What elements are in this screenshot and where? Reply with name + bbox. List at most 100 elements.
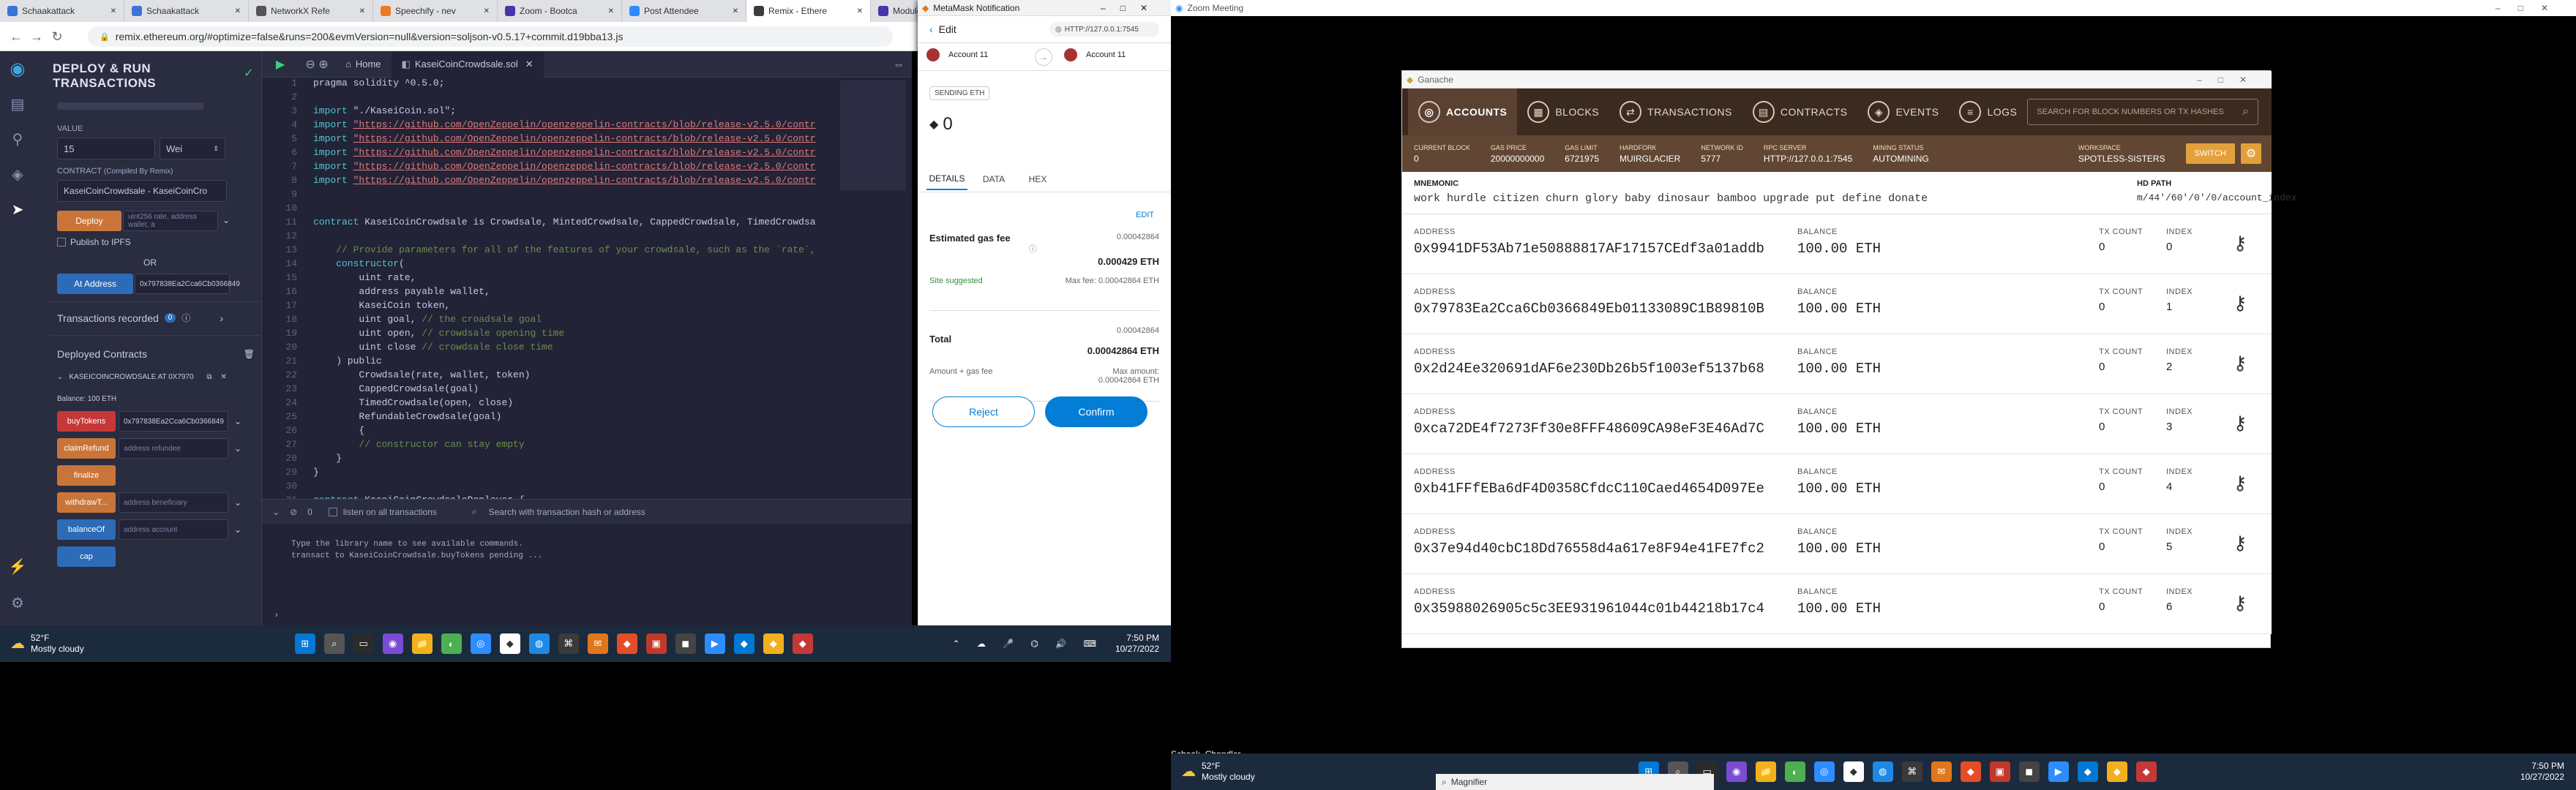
tab-file[interactable]: ◧ KaseiCoinCrowdsale.sol ✕ <box>391 50 544 78</box>
close-icon[interactable]: ✕ <box>479 7 490 15</box>
chevron-down-icon[interactable]: ⌄ <box>57 373 63 381</box>
browser-tab[interactable]: Zoom - Bootca ✕ <box>498 0 622 22</box>
function-input[interactable]: address refundee <box>119 438 228 459</box>
tray-icons[interactable]: ⌃ ☁ 🎤 ⌬ 🔊 ⌨ <box>953 639 1104 649</box>
at-address-button[interactable]: At Address <box>57 274 133 294</box>
browser-tab[interactable]: Speechify - nev ✕ <box>373 0 498 22</box>
window-controls-icon[interactable]: –□✕ <box>1101 3 1162 13</box>
close-icon[interactable]: ✕ <box>355 7 365 15</box>
account-row[interactable]: ADDRESS 0xb41FFfEBa6dF4D0358CfdcC110Caed4… <box>1402 454 2272 514</box>
function-button[interactable]: withdrawT... <box>57 492 116 513</box>
edit-gas-link[interactable]: EDIT <box>1136 211 1154 219</box>
tab-details[interactable]: DETAILS <box>926 168 967 190</box>
taskbar-app-icon[interactable]: ⌘ <box>558 633 579 654</box>
taskbar-app-icon[interactable]: ◆ <box>1960 761 1981 782</box>
chevron-right-icon[interactable]: › <box>220 312 223 324</box>
chevron-down-icon[interactable]: ⌄ <box>234 524 242 535</box>
taskbar-app-icon[interactable]: ▭ <box>353 633 374 654</box>
taskbar-app-icon[interactable]: 📁 <box>411 633 433 654</box>
browser-tab[interactable]: Schaakattack ✕ <box>0 0 124 22</box>
minimap[interactable] <box>840 80 906 190</box>
close-icon[interactable]: ✕ <box>604 7 614 15</box>
taskbar-app-icon[interactable]: ◎ <box>470 633 491 654</box>
key-icon[interactable]: ⚷ <box>2229 412 2251 434</box>
nav-logs[interactable]: ≡ LOGS <box>1949 89 2027 135</box>
magnifier-window[interactable]: ⌕ Magnifier <box>1436 774 1714 790</box>
contract-instance-row[interactable]: ⌄ KASEICOINCROWDSALE AT 0X7970 ⧉ ✕ <box>57 373 259 381</box>
deploy-params-input[interactable]: uint256 rate, address wallet, a <box>123 211 218 231</box>
nav-transactions[interactable]: ⇄ TRANSACTIONS <box>1609 89 1742 135</box>
taskbar-app-icon[interactable]: ⌘ <box>1901 761 1922 782</box>
contract-select[interactable]: KaseiCoinCrowdsale - KaseiCoinCro <box>57 180 227 202</box>
address-value[interactable]: 0x79783Ea2Cca6Cb0366849Eb01133089C1B8981… <box>1414 301 1764 317</box>
url-field[interactable]: 🔒 remix.ethereum.org/#optimize=false&run… <box>88 26 893 47</box>
account-row[interactable]: ADDRESS 0x9941DF53Ab71e50888817AF17157CEd… <box>1402 214 2272 274</box>
key-icon[interactable]: ⚷ <box>2229 592 2251 614</box>
account-row[interactable]: ADDRESS 0x2d24Ee320691dAF6e230Db26b5f1003… <box>1402 334 2272 394</box>
taskbar-app-icon[interactable]: ◎ <box>1813 761 1835 782</box>
weather-widget[interactable]: ☁ 52°F Mostly cloudy <box>1181 761 1255 783</box>
account-row[interactable]: ADDRESS 0x79783Ea2Cca6Cb0366849Eb01133089… <box>1402 274 2272 334</box>
nav-contracts[interactable]: ▤ CONTRACTS <box>1742 89 1858 135</box>
taskbar-app-icon[interactable]: ▶ <box>2048 761 2069 782</box>
browser-tab[interactable]: NetworkX Refe ✕ <box>249 0 373 22</box>
deploy-run-icon[interactable]: ➤ <box>0 192 35 227</box>
value-input[interactable]: 15 <box>57 138 155 159</box>
function-input[interactable]: address account <box>119 519 228 540</box>
terminal-search-input[interactable]: Search with transaction hash or address <box>484 503 719 520</box>
collapse-icon[interactable]: ⌄ <box>272 507 280 517</box>
nav-events[interactable]: ◈ EVENTS <box>1857 89 1949 135</box>
tab-data[interactable]: DATA <box>976 168 1011 190</box>
taskbar-app-icon[interactable]: ◆ <box>792 633 813 654</box>
taskbar-app-icon[interactable]: ▣ <box>1989 761 2010 782</box>
taskbar-app-icon[interactable]: 📁 <box>1755 761 1776 782</box>
chevron-down-icon[interactable]: ⌄ <box>234 416 242 426</box>
close-icon[interactable]: ✕ <box>728 7 738 15</box>
taskbar-app-icon[interactable]: ✉ <box>587 633 608 654</box>
search-input[interactable]: SEARCH FOR BLOCK NUMBERS OR TX HASHES ⌕ <box>2027 99 2258 125</box>
taskbar-app-icon[interactable]: ◐ <box>441 633 462 654</box>
key-icon[interactable]: ⚷ <box>2229 352 2251 374</box>
taskbar-app-icon[interactable]: ▶ <box>704 633 725 654</box>
copy-icon[interactable]: ⧉ <box>206 373 211 381</box>
edit-back-button[interactable]: ‹ Edit <box>929 23 956 35</box>
address-value[interactable]: 0x35988026905c5c3EE931961044c01b44218b17… <box>1414 601 1764 617</box>
mnemonic-text[interactable]: work hurdle citizen churn glory baby din… <box>1414 192 1928 205</box>
terminal[interactable]: Type the library name to see available c… <box>262 524 912 625</box>
tab-home[interactable]: ⌂ Home <box>335 51 392 78</box>
function-input[interactable]: address beneficiary <box>119 492 228 513</box>
browser-tab[interactable]: Schaakattack ✕ <box>124 0 249 22</box>
at-address-input[interactable]: 0x797838Ea2Cca6Cb0366849 <box>135 274 240 294</box>
browser-tab[interactable]: Post Attendee ✕ <box>622 0 746 22</box>
function-button[interactable]: claimRefund <box>57 438 116 459</box>
browser-tab[interactable]: Remix - Ethere ✕ <box>746 0 871 22</box>
close-icon[interactable]: ✕ <box>231 7 241 15</box>
window-controls-icon[interactable]: –□✕ <box>2496 3 2566 13</box>
file-explorer-icon[interactable]: ▤ <box>0 86 35 121</box>
account-row[interactable]: ADDRESS 0xca72DE4f7273Ff30e8FFF48609CA98e… <box>1402 394 2272 454</box>
zoom-icons[interactable]: ⊖ ⊕ <box>299 57 335 72</box>
function-button[interactable]: balanceOf <box>57 519 116 540</box>
taskbar-app-icon[interactable]: ◆ <box>616 633 637 654</box>
reload-icon[interactable]: ↻ <box>47 26 67 47</box>
close-icon[interactable]: ✕ <box>221 373 227 381</box>
close-icon[interactable]: ✕ <box>106 7 116 15</box>
plug-icon[interactable]: ⚡ <box>0 549 35 584</box>
tab-hex[interactable]: HEX <box>1020 168 1055 190</box>
unit-select[interactable]: Wei ⇕ <box>160 138 225 159</box>
function-button[interactable]: cap <box>57 546 116 567</box>
account-row[interactable]: ADDRESS 0x35988026905c5c3EE931961044c01b4… <box>1402 574 2272 634</box>
taskbar-app-icon[interactable]: ◼ <box>675 633 696 654</box>
taskbar-app-icon[interactable]: ▣ <box>645 633 667 654</box>
confirm-button[interactable]: Confirm <box>1045 396 1147 427</box>
clear-icon[interactable]: ⊘ <box>290 507 297 517</box>
key-icon[interactable]: ⚷ <box>2229 232 2251 254</box>
back-icon[interactable]: ← <box>6 26 26 47</box>
plugin-manager-icon[interactable]: ⚲ <box>0 121 35 157</box>
settings-gear-icon[interactable]: ⚙ <box>0 585 35 620</box>
publish-checkbox[interactable] <box>57 238 66 247</box>
code-editor[interactable]: 1 pragma solidity ^0.5.0; 2 3 import "./Kase… <box>262 78 833 499</box>
taskbar-app-icon[interactable]: ◍ <box>528 633 550 654</box>
forward-icon[interactable]: → <box>26 26 47 47</box>
function-button[interactable]: buyTokens <box>57 411 116 432</box>
